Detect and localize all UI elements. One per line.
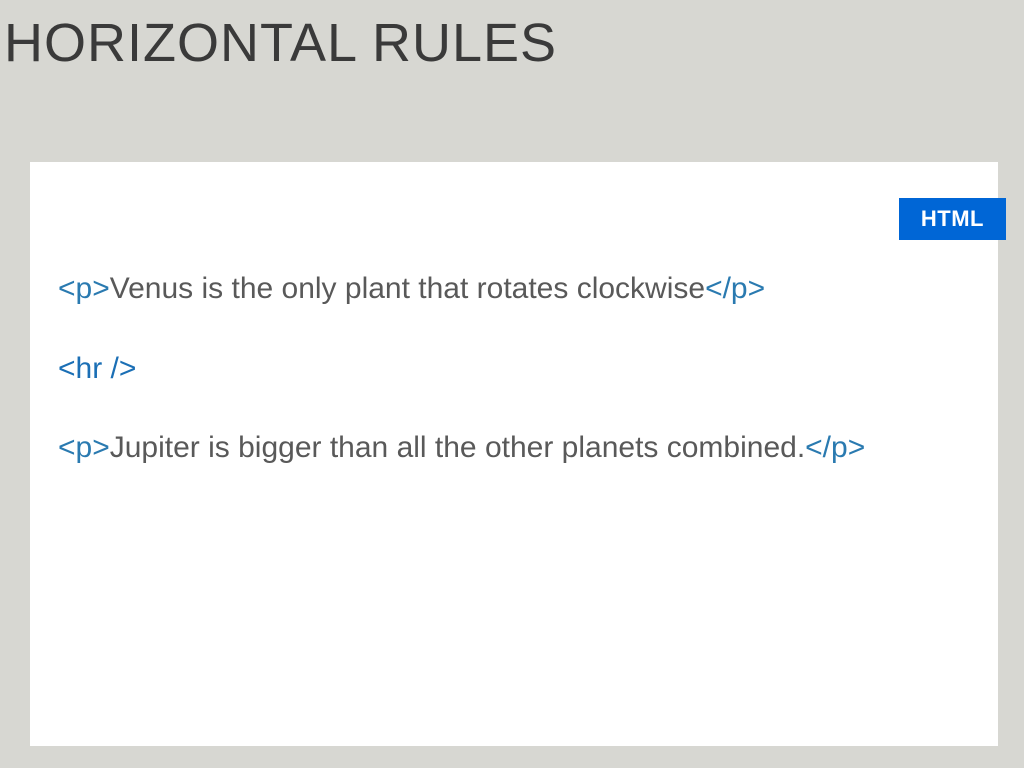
code-text-2: Jupiter is bigger than all the other pla… (110, 431, 805, 464)
code-text-1: Venus is the only plant that rotates clo… (110, 272, 705, 305)
html-badge: HTML (899, 198, 1006, 240)
hr-tag: <hr /> (58, 352, 136, 385)
code-panel: HTML <p>Venus is the only plant that rot… (30, 162, 998, 746)
p-open-tag: <p> (58, 272, 110, 305)
code-line-1: <p>Venus is the only plant that rotates … (58, 270, 958, 308)
slide-title: HORIZONTAL RULES (0, 0, 1024, 74)
p-open-tag-2: <p> (58, 431, 110, 464)
code-line-3: <p>Jupiter is bigger than all the other … (58, 429, 958, 467)
code-content: <p>Venus is the only plant that rotates … (30, 162, 998, 467)
p-close-tag: </p> (705, 272, 765, 305)
code-line-2: <hr /> (58, 350, 958, 388)
p-close-tag-2: </p> (805, 431, 865, 464)
